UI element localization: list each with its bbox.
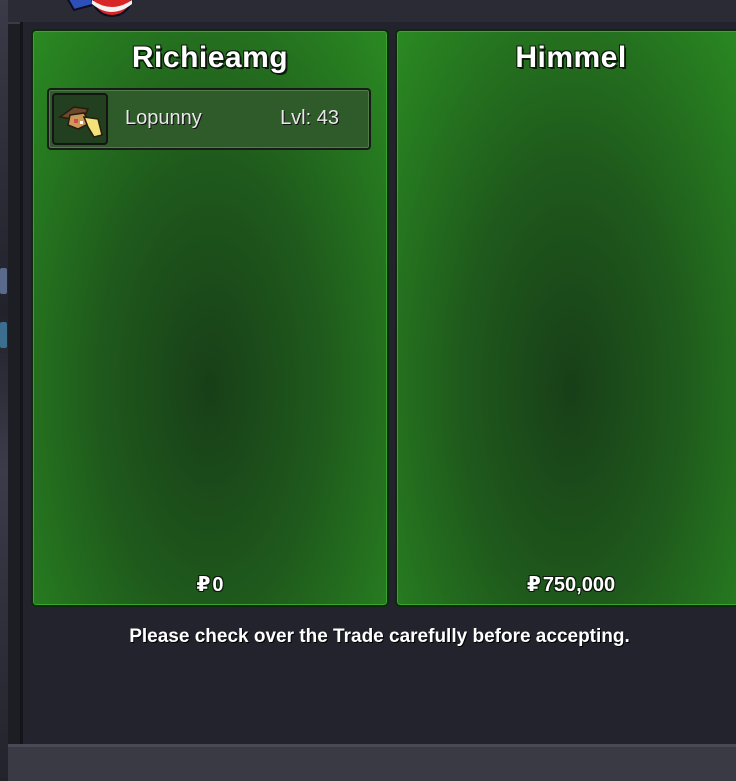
trade-window: Richieamg Lopunny Lvl: 43 ₽0 Himmel ₽ 75…	[20, 22, 736, 744]
money-amount-right: 750,000	[542, 574, 616, 596]
trainer-offer-panel-left: Richieamg Lopunny Lvl: 43 ₽0	[31, 29, 389, 607]
money-offer-left: ₽0	[33, 572, 387, 597]
pokemon-name: Lopunny	[125, 107, 202, 129]
trainer-offer-panel-right: Himmel ₽750,000	[395, 29, 736, 607]
money-amount-left: 0	[212, 574, 224, 596]
money-offer-right: ₽750,000	[397, 572, 736, 597]
background-strip	[0, 0, 8, 781]
pokedollar-icon: ₽	[196, 574, 211, 596]
bottom-bar	[8, 744, 736, 781]
offered-pokemon-row[interactable]: Lopunny Lvl: 43	[47, 88, 371, 150]
top-bar	[8, 0, 736, 24]
lopunny-sprite-icon	[52, 93, 108, 145]
trainer-name-left: Richieamg	[131, 41, 289, 74]
game-screen: Richieamg Lopunny Lvl: 43 ₽0 Himmel ₽ 75…	[0, 0, 736, 781]
background-chip	[0, 268, 7, 294]
trainer-name-right: Himmel	[515, 41, 627, 74]
pokemon-level: Lvl: 43	[280, 107, 339, 129]
pokeball-icon	[67, 0, 133, 17]
trade-warning-text: Please check over the Trade carefully be…	[129, 626, 630, 647]
pokedollar-icon: ₽	[526, 574, 541, 596]
background-chip	[0, 322, 7, 348]
